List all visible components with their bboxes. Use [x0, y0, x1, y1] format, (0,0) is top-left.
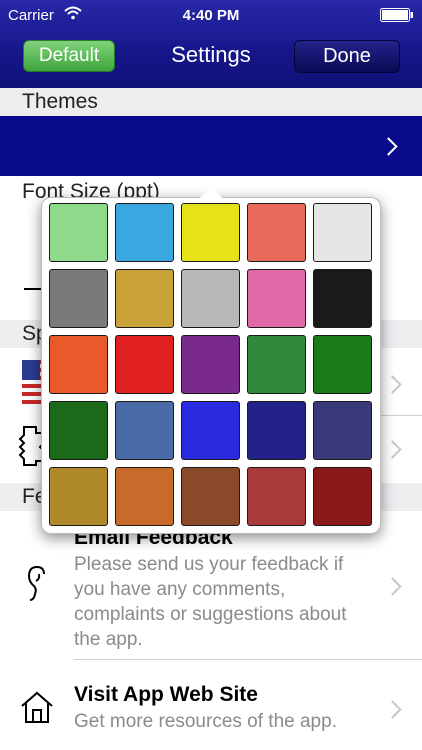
- color-swatch[interactable]: [247, 467, 306, 526]
- color-swatch[interactable]: [49, 203, 108, 262]
- color-swatch[interactable]: [181, 401, 240, 460]
- color-swatch[interactable]: [49, 467, 108, 526]
- chevron-right-icon: [383, 375, 402, 394]
- color-swatch[interactable]: [313, 401, 372, 460]
- color-swatch[interactable]: [181, 467, 240, 526]
- chevron-right-icon: [383, 700, 402, 719]
- color-swatch[interactable]: [247, 203, 306, 262]
- color-swatch[interactable]: [247, 401, 306, 460]
- color-swatch[interactable]: [181, 335, 240, 394]
- done-button[interactable]: Done: [294, 40, 400, 73]
- ear-icon: [27, 566, 45, 601]
- color-swatch[interactable]: [115, 203, 174, 262]
- color-swatch[interactable]: [115, 269, 174, 328]
- color-swatch[interactable]: [49, 335, 108, 394]
- chevron-right-icon: [383, 577, 402, 596]
- row-divider: [74, 659, 422, 660]
- color-swatch[interactable]: [49, 269, 108, 328]
- battery-icon: [380, 8, 413, 22]
- visit-web-site-title[interactable]: Visit App Web Site: [74, 683, 258, 707]
- color-swatch[interactable]: [313, 335, 372, 394]
- popover-arrow: [200, 186, 222, 198]
- visit-web-site-description: Get more resources of the app.: [74, 711, 337, 732]
- color-swatch[interactable]: [181, 269, 240, 328]
- house-icon: [21, 691, 53, 723]
- color-swatch[interactable]: [247, 335, 306, 394]
- color-swatch-grid: [49, 203, 376, 528]
- themes-section-header: Themes: [0, 88, 422, 116]
- flag-canton: [22, 360, 40, 380]
- theme-selection-row[interactable]: [0, 116, 422, 176]
- color-swatch[interactable]: [115, 401, 174, 460]
- color-swatch[interactable]: [181, 203, 240, 262]
- email-feedback-description: Please send us your feedback if you have…: [74, 554, 347, 650]
- color-swatch[interactable]: [247, 269, 306, 328]
- color-swatch[interactable]: [115, 467, 174, 526]
- color-swatch[interactable]: [313, 269, 372, 328]
- color-swatch[interactable]: [313, 467, 372, 526]
- color-swatch[interactable]: [313, 203, 372, 262]
- color-swatch[interactable]: [115, 335, 174, 394]
- status-time: 4:40 PM: [182, 7, 240, 24]
- chevron-right-icon: [383, 440, 402, 459]
- color-swatch[interactable]: [49, 401, 108, 460]
